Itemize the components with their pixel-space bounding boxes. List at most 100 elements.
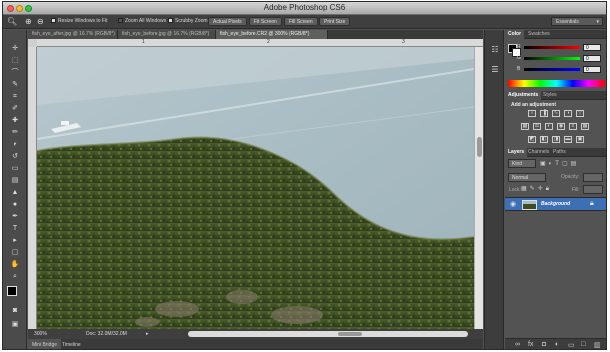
scrollbar-thumb[interactable]	[477, 137, 482, 157]
color-panel-tabs: Color Swatches	[505, 30, 606, 39]
screen-mode-icon[interactable]: ▣	[9, 320, 21, 330]
pen-tool-icon[interactable]: ✒	[9, 212, 21, 222]
exposure-icon[interactable]: ◑	[564, 110, 572, 117]
clone-stamp-tool-icon[interactable]: ⎖	[9, 140, 21, 150]
selective-color-icon[interactable]: ▣	[576, 136, 584, 143]
tab-fish-eye-after[interactable]: fish_eye_after.jpg @ 16.7% (RGB/8*)	[28, 30, 118, 39]
zoom-all-windows-checkbox[interactable]: Zoom All Windows	[118, 17, 166, 26]
ruler-corner[interactable]	[28, 39, 37, 47]
shape-tool-icon[interactable]: ▢	[9, 248, 21, 258]
color-lookup-icon[interactable]: ▦	[581, 123, 589, 130]
vibrance-icon[interactable]: ▽	[576, 110, 584, 117]
color-balance-icon[interactable]: ⚖	[533, 123, 541, 130]
workspace-switcher[interactable]: Essentials ▾	[551, 17, 603, 26]
healing-brush-tool-icon[interactable]: ✚	[9, 116, 21, 126]
move-tool-icon[interactable]: ✛	[9, 44, 21, 54]
history-icon[interactable]: ☷	[489, 44, 501, 56]
blend-mode-select[interactable]: Normal	[508, 173, 546, 182]
zoom-level[interactable]: 300%	[34, 329, 47, 339]
curves-icon[interactable]: ∿	[552, 110, 560, 117]
layer-row-background[interactable]: ◉ Background 🔒︎	[505, 197, 606, 211]
scrollbar-thumb[interactable]	[338, 332, 362, 336]
add-mask-icon[interactable]: ◘	[542, 341, 546, 348]
black-white-icon[interactable]: ◐	[545, 123, 553, 130]
layer-filter-kind[interactable]: Kind	[508, 159, 536, 168]
tab-swatches[interactable]: Swatches	[525, 30, 553, 39]
print-size-button[interactable]: Print Size	[319, 17, 351, 26]
foreground-background-color-icon[interactable]	[7, 286, 23, 302]
properties-icon[interactable]: ☰	[489, 64, 501, 76]
tab-channels[interactable]: Channels	[525, 148, 552, 157]
trash-icon[interactable]: ▥	[594, 341, 601, 349]
visibility-eye-icon[interactable]: ◉	[510, 200, 516, 208]
eraser-tool-icon[interactable]: ▭	[9, 164, 21, 174]
levels-icon[interactable]: ▐	[540, 110, 548, 117]
bottom-panel-tabs: Mini Bridge Timeline	[28, 339, 483, 349]
red-slider[interactable]	[524, 46, 580, 49]
opacity-field[interactable]	[583, 173, 603, 182]
posterize-icon[interactable]: ◧	[540, 136, 548, 143]
horizontal-ruler[interactable]: 1 2 3	[37, 39, 483, 47]
tab-fish-eye-before-jpg[interactable]: fish_eye_before.jpg @ 16.7% (RGB/8*)	[118, 30, 216, 39]
eyedropper-tool-icon[interactable]: ✐	[9, 104, 21, 114]
threshold-icon[interactable]: ◨	[552, 136, 560, 143]
scrubby-zoom-checkbox[interactable]: Scrubby Zoom	[168, 17, 208, 26]
lasso-tool-icon[interactable]: ⌒	[9, 68, 21, 78]
marquee-tool-icon[interactable]: ⬚	[9, 56, 21, 66]
link-layers-icon[interactable]: ∞	[515, 341, 520, 348]
hue-saturation-icon[interactable]: ▦	[521, 123, 529, 130]
history-brush-tool-icon[interactable]: ↺	[9, 152, 21, 162]
layer-style-icon[interactable]: fx	[528, 341, 533, 348]
layer-filter-icons[interactable]: ▣◐T▢▤	[540, 160, 579, 167]
resize-windows-checkbox[interactable]: Resize Windows to Fit	[51, 17, 107, 26]
vertical-ruler[interactable]	[28, 47, 37, 329]
blue-slider[interactable]	[524, 68, 580, 71]
green-slider[interactable]	[524, 57, 580, 60]
path-selection-tool-icon[interactable]: ▸	[9, 236, 21, 246]
crop-tool-icon[interactable]: ⌗	[9, 92, 21, 102]
fit-screen-button[interactable]: Fit Screen	[249, 17, 282, 26]
tab-color[interactable]: Color	[505, 30, 525, 39]
zoom-tool-icon[interactable]: ⌕	[9, 272, 21, 282]
tab-styles[interactable]: Styles	[540, 91, 560, 100]
green-value[interactable]: 0	[583, 55, 601, 62]
zoom-tool-icon[interactable]: 🔍︎	[7, 16, 17, 27]
tab-label: fish_eye_before.CR2 @ 300% (RGB/8*)	[220, 31, 310, 37]
fill-field[interactable]	[583, 185, 603, 194]
document-canvas[interactable]	[37, 47, 474, 329]
quick-selection-tool-icon[interactable]: ✎	[9, 80, 21, 90]
brightness-contrast-icon[interactable]: ☼	[528, 110, 536, 117]
quick-mask-icon[interactable]: ◙	[9, 306, 21, 316]
color-spectrum[interactable]	[508, 80, 605, 87]
tab-paths[interactable]: Paths	[550, 148, 569, 157]
tab-timeline[interactable]: Timeline	[58, 339, 85, 349]
red-value[interactable]: 0	[583, 44, 601, 51]
new-group-icon[interactable]: ▭	[568, 341, 575, 349]
zoom-in-icon[interactable]: ⊕	[25, 16, 32, 27]
gradient-tool-icon[interactable]: ▤	[9, 176, 21, 186]
vertical-scrollbar[interactable]	[474, 47, 483, 329]
type-tool-icon[interactable]: T	[9, 224, 21, 234]
brush-tool-icon[interactable]: ✏	[9, 128, 21, 138]
dodge-tool-icon[interactable]: ●	[9, 200, 21, 210]
status-menu-arrow-icon[interactable]: ▸	[146, 329, 149, 339]
channel-mixer-icon[interactable]: ≡	[569, 123, 577, 130]
blur-tool-icon[interactable]: ▲	[9, 188, 21, 198]
zoom-out-icon[interactable]: ⊖	[37, 16, 44, 27]
adjustment-layer-icon[interactable]: ◐	[555, 341, 559, 348]
tab-mini-bridge[interactable]: Mini Bridge	[28, 339, 62, 349]
hand-tool-icon[interactable]: ✋	[9, 260, 21, 270]
fill-screen-button[interactable]: Fill Screen	[284, 17, 318, 26]
blue-value[interactable]: 0	[583, 66, 601, 73]
tab-fish-eye-before-cr2[interactable]: fish_eye_before.CR2 @ 300% (RGB/8*)	[216, 30, 328, 39]
new-layer-icon[interactable]: □	[581, 341, 585, 348]
lock-icons[interactable]: ▦✎✛🔒︎	[521, 185, 552, 193]
tab-layers[interactable]: Layers	[505, 148, 528, 157]
actual-pixels-button[interactable]: Actual Pixels	[208, 17, 247, 26]
photo-filter-icon[interactable]: ◉	[557, 123, 565, 130]
invert-icon[interactable]: ◩	[528, 136, 536, 143]
tab-adjustments[interactable]: Adjustments	[505, 91, 542, 100]
horizontal-scrollbar[interactable]	[188, 331, 468, 337]
gradient-map-icon[interactable]: ▬	[564, 136, 572, 143]
landscape-photo	[37, 47, 474, 329]
